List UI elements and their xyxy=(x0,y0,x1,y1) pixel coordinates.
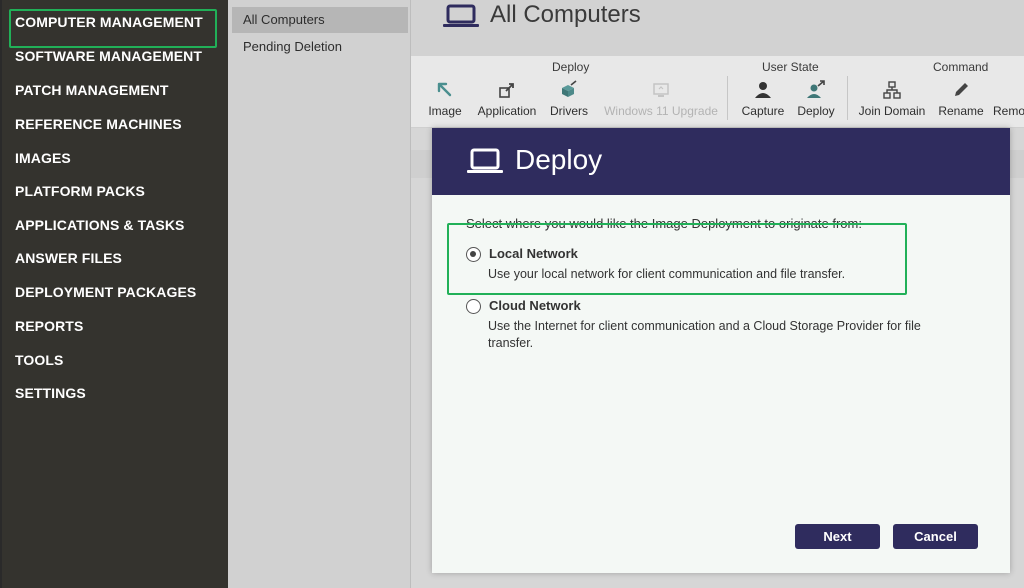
nav-item-settings[interactable]: SETTINGS xyxy=(15,385,86,401)
ribbon-separator xyxy=(727,76,728,120)
next-button[interactable]: Next xyxy=(795,524,880,549)
cloud-network-description: Use the Internet for client communicatio… xyxy=(488,319,921,350)
pencil-icon xyxy=(955,83,968,96)
user-deploy-icon xyxy=(807,80,825,98)
application-button[interactable]: Application xyxy=(471,78,543,124)
application-deploy-icon xyxy=(499,83,514,98)
capture-button[interactable]: Capture xyxy=(737,78,789,124)
network-icon xyxy=(883,81,901,99)
group-label-deploy: Deploy xyxy=(552,60,590,74)
application-button-label: Application xyxy=(477,104,537,118)
user-icon xyxy=(755,82,771,98)
nav-item-software-management[interactable]: SOFTWARE MANAGEMENT xyxy=(15,48,202,64)
join-domain-button-label: Join Domain xyxy=(858,104,926,118)
drivers-button[interactable]: Drivers xyxy=(546,78,592,124)
cloud-network-radio[interactable] xyxy=(466,299,481,314)
nav-item-reference-machines[interactable]: REFERENCE MACHINES xyxy=(15,116,182,132)
join-domain-button[interactable]: Join Domain xyxy=(855,78,929,124)
windows-upgrade-icon xyxy=(653,83,669,97)
nav-item-patch-management[interactable]: PATCH MANAGEMENT xyxy=(15,82,169,98)
cancel-button[interactable]: Cancel xyxy=(893,524,978,549)
arrow-up-left-icon xyxy=(437,82,452,97)
ribbon-separator xyxy=(847,76,848,120)
nav-item-deployment-packages[interactable]: DEPLOYMENT PACKAGES xyxy=(15,284,196,300)
page-header: All Computers xyxy=(411,0,1024,56)
list-item-all-computers[interactable]: All Computers xyxy=(232,7,408,33)
deploy-dialog-header: Deploy xyxy=(432,128,1010,195)
laptop-icon xyxy=(467,148,503,173)
rename-button-label: Rename xyxy=(938,104,984,118)
ribbon-toolbar: Deploy User State Command Image Applicat… xyxy=(411,56,1024,128)
group-label-user-state: User State xyxy=(762,60,819,74)
nav-item-computer-management[interactable]: COMPUTER MANAGEMENT xyxy=(15,14,203,30)
image-button[interactable]: Image xyxy=(425,78,465,124)
page-title: All Computers xyxy=(490,1,641,28)
nav-item-answer-files[interactable]: ANSWER FILES xyxy=(15,250,122,266)
nav-item-reports[interactable]: REPORTS xyxy=(15,318,83,334)
list-item-pending-deletion[interactable]: Pending Deletion xyxy=(232,34,408,60)
remove-button-label: Remo xyxy=(993,104,1024,118)
nav-item-applications-tasks[interactable]: APPLICATIONS & TASKS xyxy=(15,217,185,233)
left-nav: COMPUTER MANAGEMENT SOFTWARE MANAGEMENT … xyxy=(0,0,228,588)
windows-11-upgrade-label: Windows 11 Upgrade xyxy=(604,104,718,118)
capture-button-label: Capture xyxy=(741,104,785,118)
deploy-prompt-text: Select where you would like the Image De… xyxy=(466,216,862,231)
user-deploy-button-label: Deploy xyxy=(797,104,835,118)
drivers-button-label: Drivers xyxy=(550,104,588,118)
nav-item-platform-packs[interactable]: PLATFORM PACKS xyxy=(15,183,145,199)
user-deploy-button[interactable]: Deploy xyxy=(793,78,839,124)
nav-item-tools[interactable]: TOOLS xyxy=(15,352,63,368)
remove-button[interactable]: Remo xyxy=(993,78,1024,124)
cloud-network-title: Cloud Network xyxy=(489,298,581,313)
drivers-icon xyxy=(562,80,577,97)
image-button-label: Image xyxy=(428,104,462,118)
laptop-icon xyxy=(443,4,479,27)
deploy-dialog: Deploy Select where you would like the I… xyxy=(432,128,1010,573)
rename-button[interactable]: Rename xyxy=(935,78,987,124)
group-label-command: Command xyxy=(933,60,989,74)
windows-11-upgrade-button[interactable]: Windows 11 Upgrade xyxy=(601,78,721,124)
local-network-title: Local Network xyxy=(489,246,578,261)
local-network-description: Use your local network for client commun… xyxy=(488,267,846,281)
deploy-dialog-title: Deploy xyxy=(515,144,603,175)
local-network-radio[interactable] xyxy=(466,247,481,262)
computer-list-panel: All Computers Pending Deletion xyxy=(228,0,411,588)
nav-item-images[interactable]: IMAGES xyxy=(15,150,71,166)
